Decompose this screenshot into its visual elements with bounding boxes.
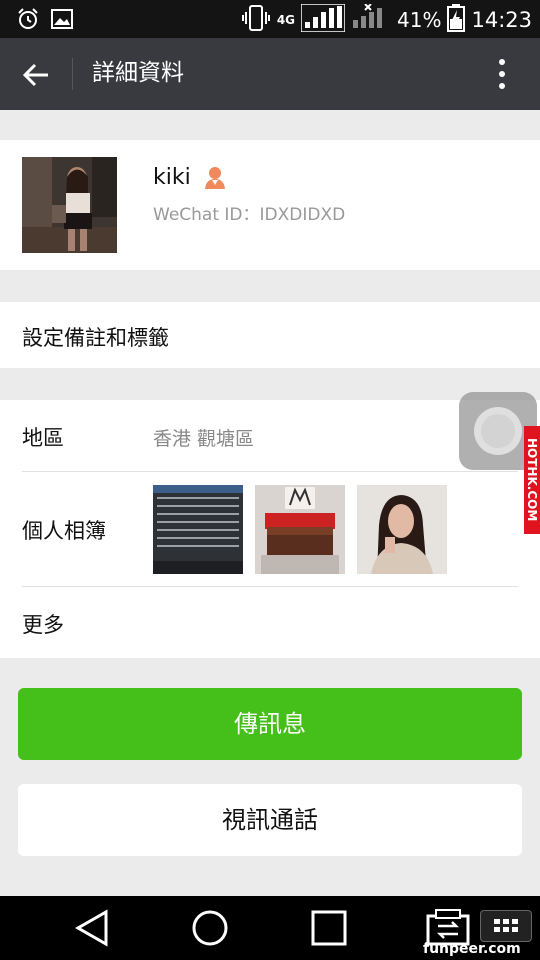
watermark-bottom: funpeer.com (423, 941, 521, 957)
female-contact-icon (202, 164, 228, 190)
nav-back-icon[interactable] (72, 908, 112, 948)
send-message-button[interactable]: 傳訊息 (18, 688, 522, 760)
video-call-button[interactable]: 視訊通話 (18, 784, 522, 856)
more-options-icon[interactable] (492, 56, 512, 92)
row-divider (22, 471, 518, 472)
alarm-icon (16, 7, 40, 35)
region-value: 香港 觀塘區 (153, 428, 255, 450)
battery-percent: 41% (397, 8, 442, 32)
profile-card: kiki WeChat ID：IDXDIDXD (0, 140, 540, 270)
album-photo-3 (357, 485, 447, 574)
signal-sim2-icon (351, 3, 391, 36)
network-4g-label: 4G (276, 13, 296, 27)
remark-tags-label: 設定備註和標籤 (22, 326, 169, 350)
album-photo-2 (255, 485, 345, 574)
gallery-icon (50, 7, 74, 35)
clock: 14:23 (471, 8, 532, 32)
vibrate-icon (241, 4, 271, 36)
nav-recents-icon[interactable] (309, 908, 349, 948)
avatar[interactable] (22, 157, 117, 253)
app-header: 詳細資料 (0, 38, 540, 110)
region-label: 地區 (22, 426, 64, 450)
nav-home-icon[interactable] (190, 908, 230, 948)
profile-name: kiki (153, 165, 191, 190)
back-arrow-icon[interactable] (20, 58, 54, 92)
signal-strength-icon (300, 3, 346, 36)
wechat-id: WeChat ID：IDXDIDXD (153, 205, 346, 225)
page-title: 詳細資料 (92, 60, 184, 86)
row-divider (22, 586, 518, 587)
more-label: 更多 (22, 613, 64, 637)
watermark-side: HOTHK.COM (524, 426, 540, 534)
album-label: 個人相簿 (22, 519, 106, 543)
battery-icon (447, 4, 466, 36)
status-bar: 4G 41% 14:23 (0, 0, 540, 38)
assistive-touch-ring-icon (474, 407, 522, 455)
header-divider (72, 58, 73, 90)
keyboard-toggle-icon[interactable] (480, 910, 532, 942)
album-photo-1 (153, 485, 243, 574)
remark-tags-row[interactable]: 設定備註和標籤 (0, 302, 540, 368)
